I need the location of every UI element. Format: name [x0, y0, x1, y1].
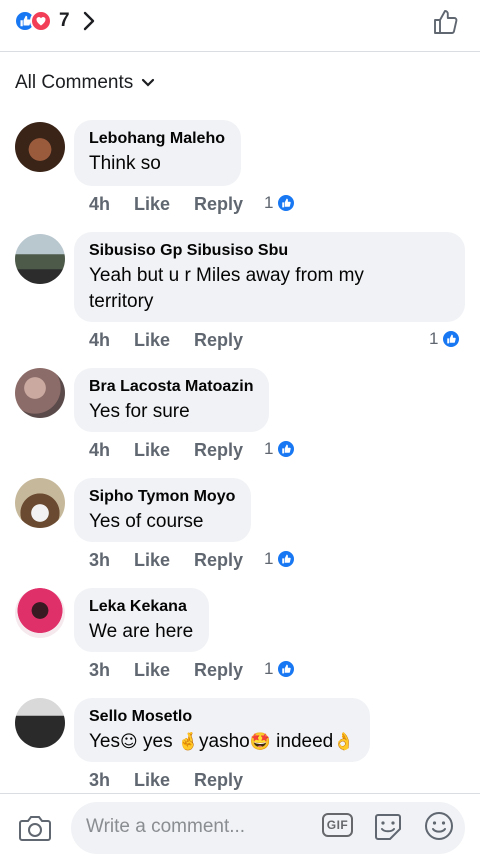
like-count-number: 1 [264, 193, 274, 212]
comment-text-part: Yes [89, 731, 120, 752]
comment-text: Yes☺ yes 🤞yasho🤩 indeed👌 [89, 729, 354, 755]
like-count-number: 1 [264, 549, 274, 568]
reply-button[interactable]: Reply [194, 660, 243, 681]
avatar[interactable] [15, 698, 65, 748]
comment-time: 3h [89, 770, 111, 790]
like-button[interactable]: Like [134, 440, 170, 461]
reaction-count: 7 [59, 10, 70, 31]
comment-text: Yeah but u r Miles away from my territor… [89, 263, 449, 315]
comment-time: 4h [89, 440, 111, 460]
like-count-number: 1 [429, 329, 439, 348]
smiling-face-emoji: ☺ [120, 732, 138, 752]
commenter-name[interactable]: Leka Kekana [89, 597, 193, 617]
love-reaction-icon [30, 10, 52, 32]
like-icon [276, 659, 297, 679]
comment-filter-label: All Comments [15, 72, 134, 93]
comment-bubble[interactable]: Bra Lacosta Matoazin Yes for sure [74, 368, 270, 432]
gif-button[interactable]: GIF [322, 813, 353, 837]
comment-input-placeholder[interactable]: Write a comment... [86, 816, 245, 838]
like-button[interactable]: Like [134, 550, 170, 571]
reply-button[interactable]: Reply [194, 440, 243, 461]
emoji-icon[interactable] [424, 811, 454, 841]
comment-actions: 4h Like Reply [89, 440, 267, 461]
star-struck-emoji: 🤩 [249, 732, 271, 752]
sticker-icon[interactable] [372, 811, 404, 843]
avatar[interactable] [15, 234, 65, 284]
comment-composer: Write a comment... GIF [0, 793, 480, 856]
commenter-name[interactable]: Sello Mosetlo [89, 707, 354, 727]
comment-bubble[interactable]: Sibusiso Gp Sibusiso Sbu Yeah but u r Mi… [74, 232, 465, 322]
comment-actions: 3h Like Reply [89, 550, 267, 571]
avatar[interactable] [15, 368, 65, 418]
comment-bubble[interactable]: Leka Kekana We are here [74, 588, 210, 652]
comment-bubble[interactable]: Sipho Tymon Moyo Yes of course [74, 478, 252, 542]
comment-like-count[interactable]: 1 [264, 659, 297, 679]
comment-filter-dropdown[interactable]: All Comments [15, 72, 155, 94]
gif-label: GIF [326, 818, 349, 832]
commenter-name[interactable]: Sipho Tymon Moyo [89, 487, 235, 507]
comment-time: 3h [89, 550, 111, 570]
reactions-summary[interactable]: 7 [14, 9, 96, 33]
like-icon [276, 439, 297, 459]
comment-text-part: yes [137, 731, 178, 752]
chevron-right-icon [83, 11, 94, 31]
like-button[interactable]: Like [134, 660, 170, 681]
comment-text-part: yasho [199, 731, 250, 752]
comment-text-part: indeed [270, 731, 334, 752]
avatar[interactable] [15, 588, 65, 638]
reply-button[interactable]: Reply [194, 330, 243, 351]
commenter-name[interactable]: Sibusiso Gp Sibusiso Sbu [89, 241, 449, 261]
like-count-number: 1 [264, 659, 274, 678]
comment-time: 4h [89, 330, 111, 350]
comment-bubble[interactable]: Lebohang Maleho Think so [74, 120, 241, 186]
like-button[interactable]: Like [134, 194, 170, 215]
avatar[interactable] [15, 478, 65, 528]
ok-hand-emoji: 👌 [333, 732, 355, 752]
like-icon [441, 329, 462, 349]
comment-text-line: Yeah but u r Miles away from my [89, 265, 364, 286]
reply-button[interactable]: Reply [194, 770, 243, 791]
comment-text: Think so [89, 153, 161, 174]
like-icon [276, 193, 297, 213]
camera-icon[interactable] [18, 813, 52, 843]
comment-like-count[interactable]: 1 [264, 439, 297, 459]
comment-actions: 4h Like Reply [89, 194, 267, 215]
chevron-down-icon [142, 78, 155, 87]
like-count-number: 1 [264, 439, 274, 458]
crossed-fingers-emoji: 🤞 [177, 732, 200, 752]
comment-like-count[interactable]: 1 [264, 549, 297, 569]
avatar[interactable] [15, 122, 65, 172]
comment-like-count[interactable]: 1 [264, 193, 297, 213]
comment-text: Yes for sure [89, 401, 190, 422]
commenter-name[interactable]: Bra Lacosta Matoazin [89, 377, 253, 397]
comment-actions: 3h Like Reply [89, 770, 267, 791]
like-button[interactable]: Like [134, 330, 170, 351]
like-icon [276, 549, 297, 569]
comment-like-count[interactable]: 1 [429, 329, 462, 349]
reply-button[interactable]: Reply [194, 550, 243, 571]
comment-text: We are here [89, 621, 194, 642]
comment-text-line: territory [89, 291, 154, 312]
comment-bubble[interactable]: Sello Mosetlo Yes☺ yes 🤞yasho🤩 indeed👌 [74, 698, 371, 762]
commenter-name[interactable]: Lebohang Maleho [89, 129, 225, 149]
comment-text: Yes of course [89, 511, 204, 532]
reply-button[interactable]: Reply [194, 194, 243, 215]
like-button[interactable]: Like [134, 770, 170, 791]
comment-actions: 4h Like Reply [89, 330, 267, 351]
like-post-icon[interactable] [432, 8, 460, 36]
reactions-bar: 7 [0, 0, 480, 52]
comment-time: 3h [89, 660, 111, 680]
comment-time: 4h [89, 194, 111, 214]
comment-actions: 3h Like Reply [89, 660, 267, 681]
